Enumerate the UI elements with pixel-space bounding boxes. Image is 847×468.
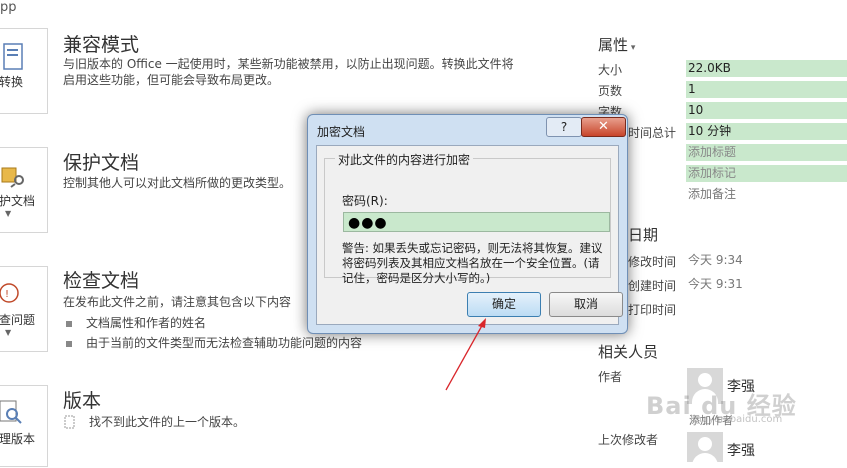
annotation-arrow-icon xyxy=(445,318,486,391)
